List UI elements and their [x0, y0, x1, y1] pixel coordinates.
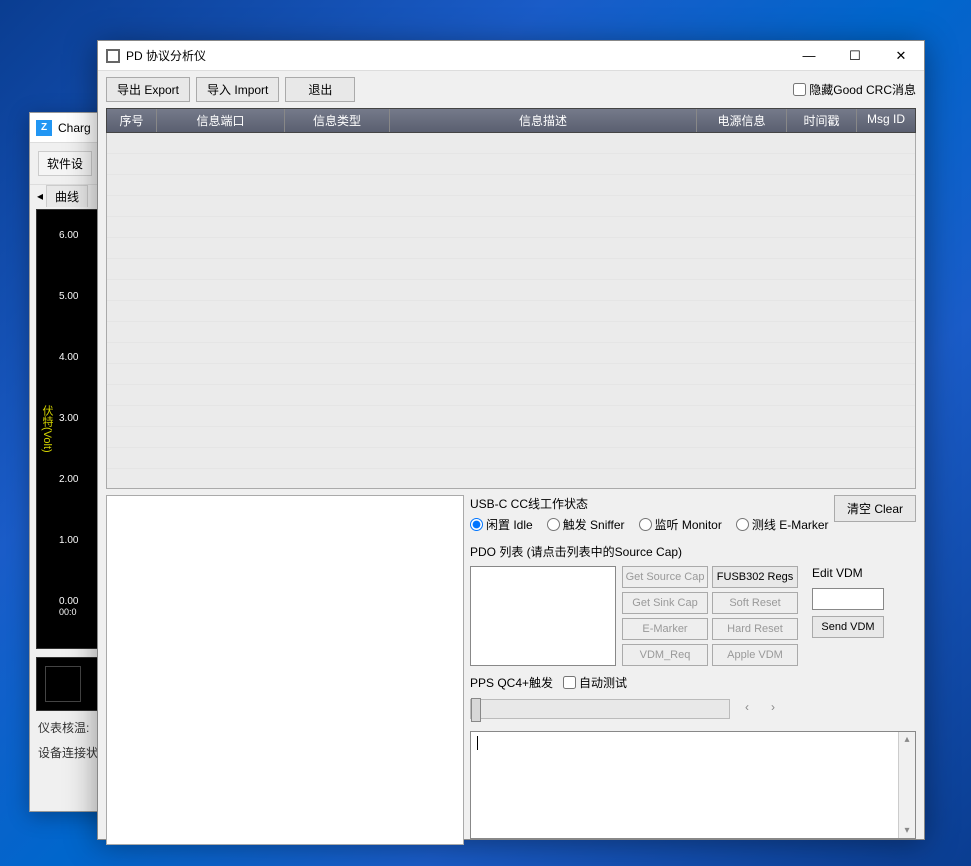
fusb302-regs-button[interactable]: FUSB302 Regs — [712, 566, 798, 588]
export-button[interactable]: 导出 Export — [106, 77, 190, 102]
pps-slider[interactable] — [470, 699, 730, 719]
close-button[interactable]: ✕ — [878, 41, 924, 71]
radio-idle-wrap[interactable]: 闲置 Idle — [470, 516, 533, 533]
mini-chart-inner — [45, 666, 81, 702]
radio-monitor-label: 监听 Monitor — [655, 516, 722, 533]
pps-row: PPS QC4+触发 自动测试 — [470, 674, 916, 691]
scroll-down-icon[interactable]: ▾ — [904, 825, 909, 836]
hide-crc-checkbox-wrap[interactable]: 隐藏Good CRC消息 — [793, 81, 916, 98]
slider-prev-icon[interactable]: ‹ — [738, 700, 756, 718]
radio-sniffer[interactable] — [547, 518, 560, 531]
get-sink-cap-button[interactable]: Get Sink Cap — [622, 592, 708, 614]
y-tick: 6.00 — [59, 230, 78, 241]
auto-test-checkbox[interactable] — [563, 676, 576, 689]
col-type[interactable]: 信息类型 — [285, 109, 390, 132]
col-desc[interactable]: 信息描述 — [390, 109, 697, 132]
vdm-input[interactable] — [812, 588, 884, 610]
y-tick: 4.00 — [59, 352, 78, 363]
curve-tab[interactable]: 曲线 — [46, 185, 88, 207]
titlebar[interactable]: PD 协议分析仪 — ☐ ✕ — [98, 41, 924, 71]
pps-label: PPS QC4+触发 — [470, 674, 553, 691]
vdm-req-button[interactable]: VDM_Req — [622, 644, 708, 666]
radio-idle[interactable] — [470, 518, 483, 531]
clear-button[interactable]: 清空 Clear — [834, 495, 916, 522]
cc-radio-row: 闲置 Idle 触发 Sniffer 监听 Monitor 测线 E- — [470, 514, 834, 539]
auto-test-wrap[interactable]: 自动测试 — [563, 674, 627, 691]
slider-row: ‹ › — [470, 699, 916, 719]
col-msgid[interactable]: Msg ID — [857, 109, 915, 132]
main-window: PD 协议分析仪 — ☐ ✕ 导出 Export 导入 Import 退出 隐藏… — [97, 40, 925, 840]
software-settings-button[interactable]: 软件设 — [38, 151, 92, 176]
back-title: Charg — [58, 121, 91, 135]
minimize-button[interactable]: — — [786, 41, 832, 71]
radio-monitor-wrap[interactable]: 监听 Monitor — [639, 516, 722, 533]
maximize-button[interactable]: ☐ — [832, 41, 878, 71]
col-power[interactable]: 电源信息 — [697, 109, 787, 132]
log-textarea[interactable]: ▴ ▾ — [470, 731, 916, 839]
cc-state-label: USB-C CC线工作状态 — [470, 495, 834, 512]
col-seq[interactable]: 序号 — [107, 109, 157, 132]
pdo-label: PDO 列表 (请点击列表中的Source Cap) — [470, 543, 916, 560]
hide-crc-checkbox[interactable] — [793, 83, 806, 96]
pdo-row: Get Source Cap FUSB302 Regs Get Sink Cap… — [470, 566, 916, 666]
soft-reset-button[interactable]: Soft Reset — [712, 592, 798, 614]
hide-crc-label: 隐藏Good CRC消息 — [809, 81, 916, 98]
table-header: 序号 信息端口 信息类型 信息描述 电源信息 时间戳 Msg ID — [106, 108, 916, 133]
window-title: PD 协议分析仪 — [126, 47, 786, 64]
get-source-cap-button[interactable]: Get Source Cap — [622, 566, 708, 588]
edit-vdm-label: Edit VDM — [812, 566, 884, 580]
x-tick: 00:0 — [59, 607, 77, 617]
radio-idle-label: 闲置 Idle — [486, 516, 533, 533]
radio-sniffer-label: 触发 Sniffer — [563, 516, 625, 533]
slider-next-icon[interactable]: › — [764, 700, 782, 718]
apple-vdm-button[interactable]: Apple VDM — [712, 644, 798, 666]
radio-monitor[interactable] — [639, 518, 652, 531]
y-tick: 3.00 — [59, 413, 78, 424]
radio-emarker-wrap[interactable]: 测线 E-Marker — [736, 516, 829, 533]
y-tick: 1.00 — [59, 535, 78, 546]
y-tick: 2.00 — [59, 474, 78, 485]
auto-test-label: 自动测试 — [579, 674, 627, 691]
scrollbar[interactable]: ▴ ▾ — [898, 732, 915, 838]
slider-thumb[interactable] — [471, 698, 481, 722]
y-tick: 0.00 — [59, 596, 78, 607]
col-port[interactable]: 信息端口 — [157, 109, 285, 132]
toolbar: 导出 Export 导入 Import 退出 隐藏Good CRC消息 — [98, 71, 924, 108]
y-axis-label: 伏特(Volt) — [37, 210, 57, 648]
lower-area: USB-C CC线工作状态 闲置 Idle 触发 Sniffer 监听 M — [106, 495, 916, 845]
app-icon: Z — [36, 120, 52, 136]
window-controls: — ☐ ✕ — [786, 41, 924, 71]
window-icon — [106, 49, 120, 63]
send-vdm-button[interactable]: Send VDM — [812, 616, 884, 638]
tab-prev-icon[interactable]: ◂ — [34, 189, 46, 203]
message-table[interactable] — [106, 133, 916, 489]
import-button[interactable]: 导入 Import — [196, 77, 279, 102]
pdo-list[interactable] — [470, 566, 616, 666]
pdo-buttons: Get Source Cap FUSB302 Regs Get Sink Cap… — [622, 566, 798, 666]
col-time[interactable]: 时间戳 — [787, 109, 857, 132]
radio-emarker-label: 测线 E-Marker — [752, 516, 829, 533]
scroll-up-icon[interactable]: ▴ — [904, 734, 909, 745]
radio-emarker[interactable] — [736, 518, 749, 531]
y-tick: 5.00 — [59, 291, 78, 302]
right-panel: USB-C CC线工作状态 闲置 Idle 触发 Sniffer 监听 M — [470, 495, 916, 845]
y-ticks: 6.00 5.00 4.00 3.00 2.00 1.00 0.00 00:0 — [57, 210, 80, 648]
detail-panel[interactable] — [106, 495, 464, 845]
text-cursor — [477, 736, 478, 750]
exit-button[interactable]: 退出 — [285, 77, 355, 102]
radio-sniffer-wrap[interactable]: 触发 Sniffer — [547, 516, 625, 533]
vdm-column: Edit VDM Send VDM — [812, 566, 884, 666]
hard-reset-button[interactable]: Hard Reset — [712, 618, 798, 640]
emarker-button[interactable]: E-Marker — [622, 618, 708, 640]
